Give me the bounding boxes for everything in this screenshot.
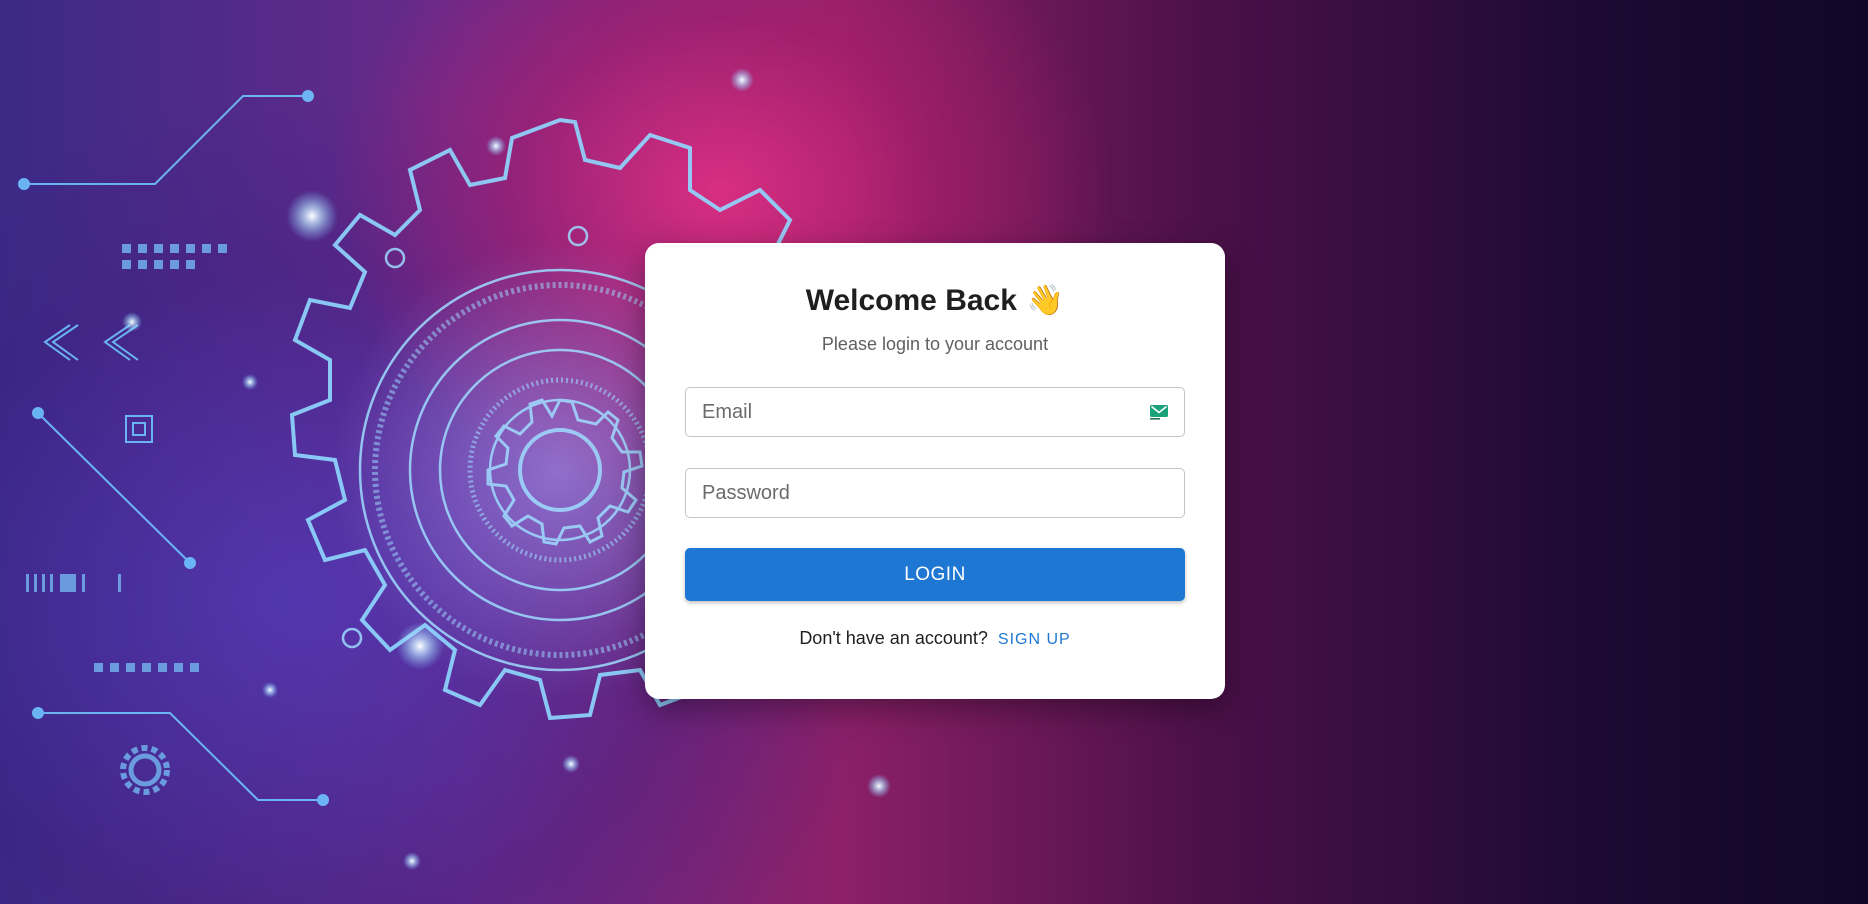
subtitle: Please login to your account xyxy=(821,334,1049,354)
signup-link[interactable]: SIGN UP xyxy=(998,631,1071,648)
title-text: Welcome Back xyxy=(805,284,1017,317)
password-input[interactable] xyxy=(686,469,1184,517)
signup-prompt: Don't have an account? xyxy=(799,628,988,648)
signup-row: Don't have an account? SIGN UP xyxy=(645,628,1225,649)
mail-icon xyxy=(1150,405,1168,420)
login-card: Welcome Back 👋 Please login to your accou… xyxy=(645,243,1225,699)
login-button[interactable]: LOGIN xyxy=(685,548,1185,601)
email-field[interactable] xyxy=(685,387,1185,437)
waving-hand-icon: 👋 xyxy=(1026,283,1065,318)
password-field[interactable] xyxy=(685,468,1185,518)
email-input[interactable] xyxy=(686,388,1184,436)
page-title: Welcome Back 👋 xyxy=(645,283,1225,318)
